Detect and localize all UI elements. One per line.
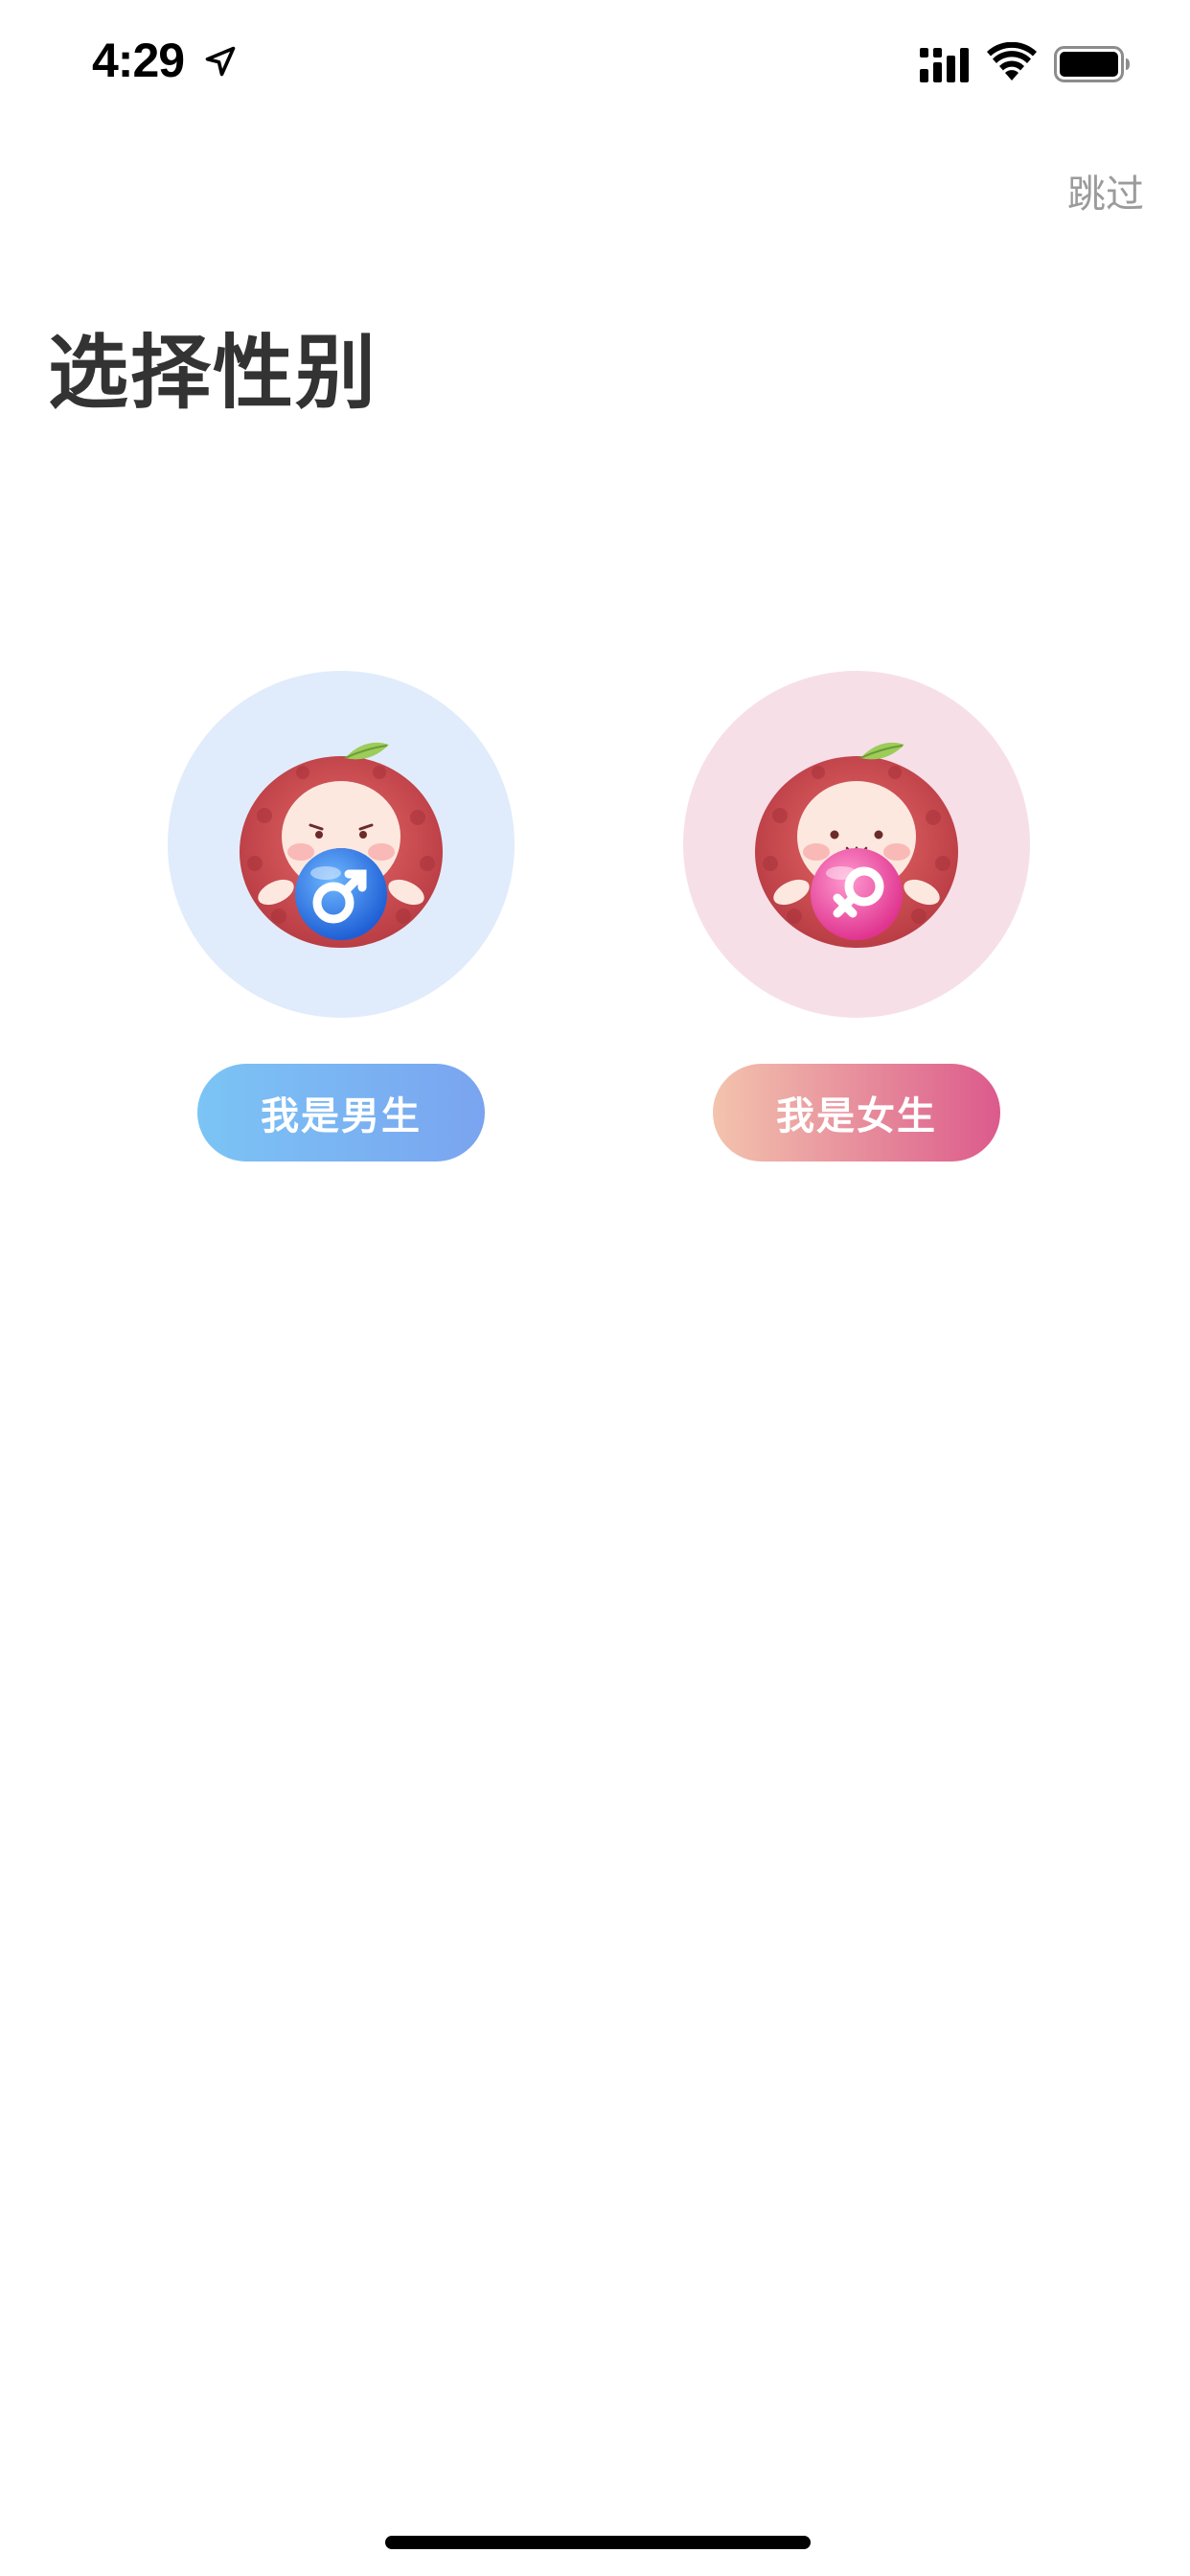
lychee-mascot-male-icon [240, 742, 443, 948]
status-time: 4:29 [92, 34, 185, 87]
home-indicator[interactable] [385, 2536, 811, 2549]
wifi-icon [987, 42, 1037, 80]
female-option: 我是女生 [683, 671, 1030, 1162]
page-title: 选择性别 [48, 326, 378, 420]
male-avatar[interactable] [168, 671, 515, 1018]
male-option: 我是男生 [168, 671, 515, 1162]
female-button[interactable]: 我是女生 [713, 1064, 1000, 1162]
status-bar: 4:29 [0, 0, 1190, 126]
location-arrow-icon [205, 46, 236, 77]
male-button[interactable]: 我是男生 [197, 1064, 485, 1162]
cellular-signal-icon [920, 48, 969, 82]
skip-button[interactable]: 跳过 [1067, 163, 1144, 218]
lychee-mascot-female-icon [755, 742, 958, 948]
female-avatar[interactable] [683, 671, 1030, 1018]
battery-icon [1054, 46, 1130, 82]
